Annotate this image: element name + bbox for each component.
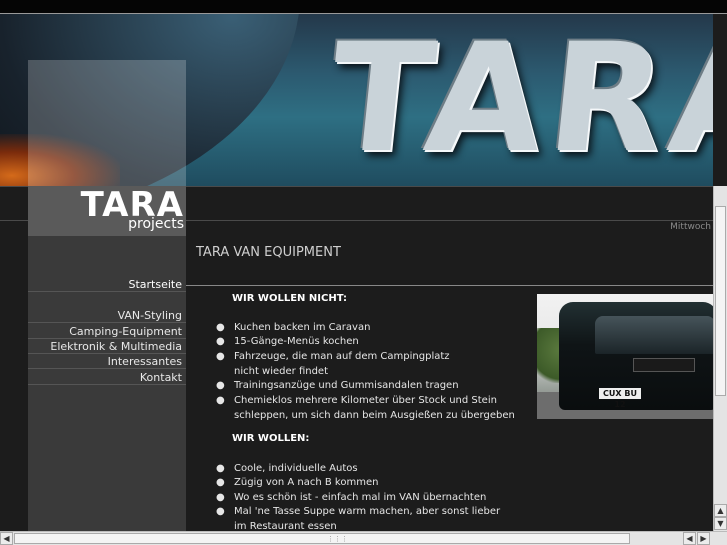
list-item: ● Mal 'ne Tasse Suppe warm machen, aber s… — [216, 505, 500, 531]
sidebar-nav: Startseite VAN-Styling Camping-Equipment… — [28, 236, 186, 531]
list-item: ● 15-Gänge-Menüs kochen — [216, 335, 359, 350]
list-item-text: Zügig von A nach B kommen — [234, 477, 379, 488]
list-item: ● Zügig von A nach B kommen — [216, 476, 378, 491]
arrow-left-icon[interactable]: ◀ — [0, 532, 13, 545]
logo[interactable]: TARA projects — [28, 186, 186, 236]
list-item: ● Fahrzeuge, die man auf dem Campingplatz… — [216, 350, 450, 379]
bullet-dot: ● — [216, 463, 225, 474]
list-item-text: Chemieklos mehrere Kilometer über Stock … — [234, 395, 497, 406]
vertical-scrollbar[interactable]: ▲ ▼ — [713, 186, 727, 531]
van-grille — [633, 358, 695, 372]
banner-letters: TARA — [321, 14, 713, 186]
bullet-dot: ● — [216, 395, 225, 406]
list-item: ● Chemieklos mehrere Kilometer über Stock… — [216, 394, 515, 423]
bullet-dot: ● — [216, 351, 225, 362]
section-heading-wollen: WIR WOLLEN: — [232, 433, 310, 444]
nav-item-startseite[interactable]: Startseite — [28, 277, 186, 292]
list-item: ● Kuchen backen im Caravan — [216, 321, 370, 336]
list-item-text: 15-Gänge-Menüs kochen — [234, 336, 359, 347]
arrow-up-icon[interactable]: ▲ — [714, 504, 727, 517]
top-bar — [0, 0, 727, 14]
arrow-left-icon[interactable]: ◀ — [683, 532, 696, 545]
section-heading-nicht: WIR WOLLEN NICHT: — [232, 293, 347, 304]
bullet-dot: ● — [216, 380, 225, 391]
list-item-text: Kuchen backen im Caravan — [234, 322, 371, 333]
header-banner: TARA — [0, 14, 713, 186]
nav-item-interessantes[interactable]: Interessantes — [28, 354, 186, 369]
list-item-text: Coole, individuelle Autos — [234, 463, 358, 474]
van-body: CUX BU 12 — [559, 302, 713, 410]
nav-item-elektronik-multimedia[interactable]: Elektronik & Multimedia — [28, 339, 186, 354]
list-item-text: Wo es schön ist - einfach mal im VAN übe… — [234, 492, 487, 503]
nav-item-van-styling[interactable]: VAN-Styling — [28, 308, 186, 323]
list-item-text-continued: nicht wieder findet — [234, 365, 329, 377]
scroll-grip-icon: ⋮⋮⋮ — [327, 535, 348, 543]
van-windshield — [595, 316, 713, 354]
list-item-text-continued: schleppen, um sich dann beim Ausgießen z… — [234, 409, 515, 421]
logo-sub-text: projects — [128, 216, 184, 232]
list-item-text: Mal 'ne Tasse Suppe warm machen, aber so… — [234, 506, 501, 517]
list-item: ● Trainingsanzüge und Gummisandalen trage… — [216, 379, 459, 394]
horizontal-scrollbar[interactable]: ◀ ⋮⋮⋮ ◀ ▶ — [0, 531, 727, 545]
nav-item-camping-equipment[interactable]: Camping-Equipment — [28, 324, 186, 339]
bullet-dot: ● — [216, 506, 225, 517]
page-title: TARA VAN EQUIPMENT — [196, 245, 341, 260]
banner-overlay — [28, 60, 186, 186]
list-item-text: Fahrzeuge, die man auf dem Campingplatz — [234, 351, 450, 362]
list-item-text-continued: im Restaurant essen — [234, 520, 337, 532]
bullet-dot: ● — [216, 336, 225, 347]
arrow-down-icon[interactable]: ▼ — [714, 517, 727, 530]
bullet-dot: ● — [216, 477, 225, 488]
horizontal-scroll-thumb[interactable]: ⋮⋮⋮ — [14, 533, 630, 544]
van-photo: CUX BU 12 — [537, 294, 713, 419]
bullet-dot: ● — [216, 322, 225, 333]
bullet-dot: ● — [216, 492, 225, 503]
list-item: ● Coole, individuelle Autos — [216, 462, 358, 477]
vertical-scroll-thumb[interactable] — [715, 206, 726, 396]
list-item: ● Wo es schön ist - einfach mal im VAN üb… — [216, 491, 486, 506]
nav-item-kontakt[interactable]: Kontakt — [28, 370, 186, 385]
list-item-text: Trainingsanzüge und Gummisandalen tragen — [234, 380, 459, 391]
license-plate: CUX BU 12 — [599, 388, 641, 409]
date-label: Mittwoch — [670, 222, 711, 232]
arrow-right-icon[interactable]: ▶ — [697, 532, 710, 545]
